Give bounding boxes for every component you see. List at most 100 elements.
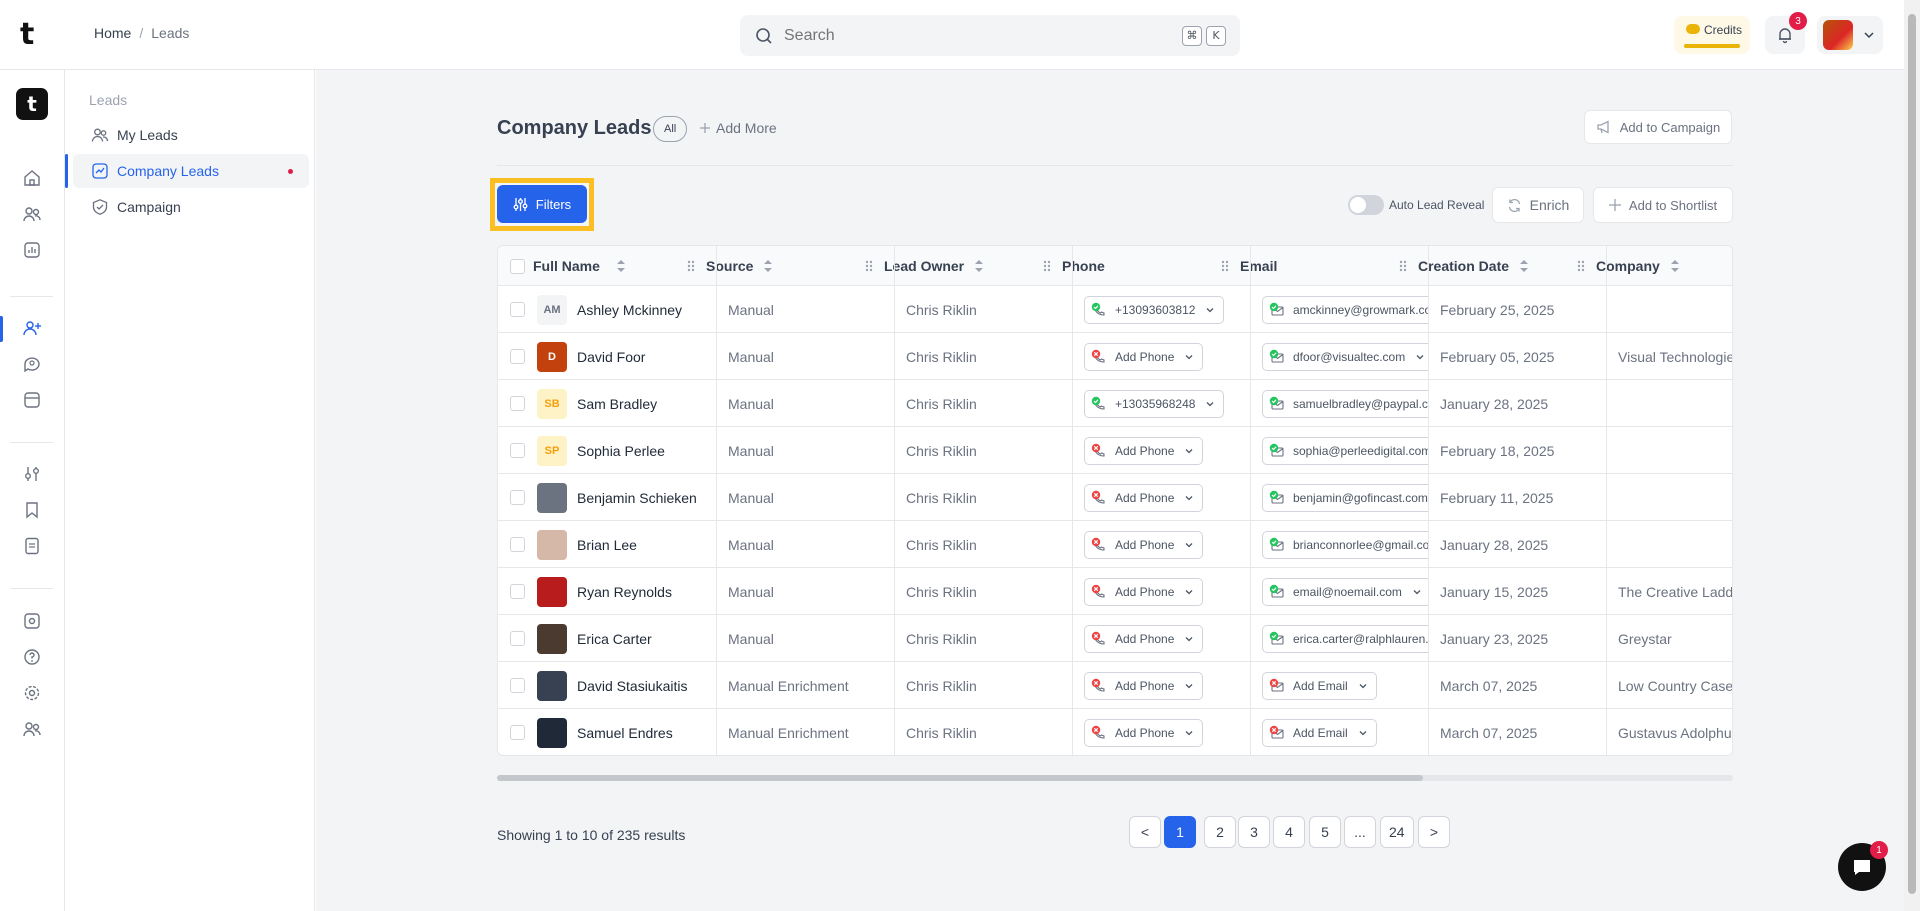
chevron-down-icon[interactable] bbox=[1184, 493, 1194, 503]
email-chip[interactable]: Add Email bbox=[1262, 718, 1377, 747]
email-chip[interactable]: sophia@perleedigital.com bbox=[1262, 436, 1428, 465]
sort-icon[interactable] bbox=[1670, 259, 1680, 273]
search-bar[interactable]: ⌘ K bbox=[740, 15, 1240, 56]
chevron-down-icon[interactable] bbox=[1184, 634, 1194, 644]
table-row[interactable]: AM Ashley Mckinney Manual Chris Riklin Febru… bbox=[498, 286, 1732, 333]
lead-name[interactable]: Samuel Endres bbox=[577, 725, 673, 741]
chevron-down-icon[interactable] bbox=[1205, 399, 1215, 409]
inbox-icon[interactable] bbox=[22, 390, 42, 410]
email-chip[interactable]: Add Email bbox=[1262, 671, 1377, 700]
chevron-down-icon[interactable] bbox=[1358, 728, 1368, 738]
phone-chip[interactable]: Add Phone bbox=[1084, 436, 1204, 465]
chat-search-icon[interactable] bbox=[22, 354, 42, 374]
chevron-down-icon[interactable] bbox=[1415, 352, 1425, 362]
document-icon[interactable] bbox=[22, 536, 42, 556]
lead-name[interactable]: David Foor bbox=[577, 349, 645, 365]
chevron-down-icon[interactable] bbox=[1184, 540, 1194, 550]
select-all-checkbox[interactable] bbox=[510, 258, 525, 274]
sliders-icon[interactable] bbox=[22, 464, 42, 484]
row-checkbox[interactable] bbox=[510, 349, 525, 364]
scrollbar-thumb[interactable] bbox=[497, 775, 1423, 781]
phone-chip[interactable]: +13035968248 bbox=[1084, 389, 1225, 418]
sort-icon[interactable] bbox=[974, 259, 984, 273]
analytics-icon[interactable] bbox=[22, 240, 42, 260]
phone-chip[interactable]: +13093603812 bbox=[1084, 295, 1225, 324]
table-row[interactable]: Erica Carter Manual Chris Riklin January 23… bbox=[498, 615, 1732, 662]
email-chip[interactable]: samuelbradley@paypal.com bbox=[1262, 389, 1428, 418]
vertical-scrollbar[interactable] bbox=[1904, 0, 1920, 911]
email-chip[interactable]: benjamin@gofincast.com bbox=[1262, 483, 1428, 512]
scrollbar-thumb[interactable] bbox=[1908, 14, 1916, 894]
lead-name[interactable]: Erica Carter bbox=[577, 631, 652, 647]
lead-name[interactable]: Ashley Mckinney bbox=[577, 302, 682, 318]
brand-logo[interactable]: t bbox=[20, 20, 44, 50]
sidebar-item-company-leads[interactable]: Company Leads bbox=[65, 154, 309, 188]
column-full-name[interactable]: Full Name bbox=[510, 246, 626, 286]
email-chip[interactable]: erica.carter@ralphlauren.com bbox=[1262, 624, 1428, 653]
table-row[interactable]: Ryan Reynolds Manual Chris Riklin January 1… bbox=[498, 568, 1732, 615]
column-source[interactable]: Source bbox=[686, 246, 773, 286]
phone-chip[interactable]: Add Phone bbox=[1084, 342, 1204, 371]
lead-name[interactable]: David Stasiukaitis bbox=[577, 678, 688, 694]
credits-button[interactable]: Credits bbox=[1674, 16, 1750, 54]
page-button[interactable]: 3 bbox=[1238, 816, 1270, 848]
sidebar-item-my-leads[interactable]: My Leads bbox=[73, 118, 309, 152]
chevron-down-icon[interactable] bbox=[1412, 587, 1422, 597]
sort-icon[interactable] bbox=[763, 259, 773, 273]
phone-chip[interactable]: Add Phone bbox=[1084, 530, 1204, 559]
row-checkbox[interactable] bbox=[510, 584, 525, 599]
drag-handle-icon[interactable] bbox=[1042, 259, 1052, 273]
row-checkbox[interactable] bbox=[510, 537, 525, 552]
add-to-campaign-button[interactable]: Add to Campaign bbox=[1584, 110, 1732, 144]
lead-name[interactable]: Sam Bradley bbox=[577, 396, 657, 412]
table-row[interactable]: D David Foor Manual Chris Riklin February 05… bbox=[498, 333, 1732, 380]
filter-all-pill[interactable]: All bbox=[653, 116, 688, 142]
horizontal-scrollbar[interactable] bbox=[497, 775, 1733, 781]
phone-chip[interactable]: Add Phone bbox=[1084, 624, 1204, 653]
auto-lead-reveal-toggle[interactable] bbox=[1348, 195, 1384, 215]
workspace-logo[interactable]: t bbox=[16, 88, 48, 120]
add-user-icon[interactable] bbox=[22, 318, 42, 338]
drag-handle-icon[interactable] bbox=[1576, 259, 1586, 273]
email-chip[interactable]: email@noemail.com bbox=[1262, 577, 1428, 606]
team-icon[interactable] bbox=[22, 719, 42, 739]
chevron-down-icon[interactable] bbox=[1205, 305, 1215, 315]
page-button[interactable]: ... bbox=[1344, 816, 1376, 848]
table-row[interactable]: Brian Lee Manual Chris Riklin January 28, 2… bbox=[498, 521, 1732, 568]
help-icon[interactable] bbox=[22, 647, 42, 667]
notifications-button[interactable]: 3 bbox=[1765, 12, 1807, 54]
table-row[interactable]: SB Sam Bradley Manual Chris Riklin January 2… bbox=[498, 380, 1732, 427]
lead-name[interactable]: Benjamin Schieken bbox=[577, 490, 697, 506]
phone-chip[interactable]: Add Phone bbox=[1084, 483, 1204, 512]
filters-button[interactable]: Filters bbox=[497, 185, 587, 223]
integrations-icon[interactable] bbox=[22, 611, 42, 631]
chevron-down-icon[interactable] bbox=[1184, 728, 1194, 738]
drag-handle-icon[interactable] bbox=[864, 259, 874, 273]
column-creation-date[interactable]: Creation Date bbox=[1398, 246, 1529, 286]
table-row[interactable]: Benjamin Schieken Manual Chris Riklin Febru… bbox=[498, 474, 1732, 521]
phone-chip[interactable]: Add Phone bbox=[1084, 577, 1204, 606]
chevron-down-icon[interactable] bbox=[1184, 681, 1194, 691]
phone-chip[interactable]: Add Phone bbox=[1084, 671, 1204, 700]
email-chip[interactable]: amckinney@growmark.com bbox=[1262, 295, 1428, 324]
add-to-shortlist-button[interactable]: Add to Shortlist bbox=[1593, 187, 1733, 223]
phone-chip[interactable]: Add Phone bbox=[1084, 718, 1204, 747]
row-checkbox[interactable] bbox=[510, 631, 525, 646]
email-chip[interactable]: dfoor@visualtec.com bbox=[1262, 342, 1428, 371]
page-button[interactable]: 4 bbox=[1273, 816, 1305, 848]
prev-page-button[interactable]: < bbox=[1129, 816, 1161, 848]
breadcrumb-home[interactable]: Home bbox=[94, 25, 131, 41]
page-button[interactable]: 1 bbox=[1164, 816, 1196, 848]
chevron-down-icon[interactable] bbox=[1184, 352, 1194, 362]
chevron-down-icon[interactable] bbox=[1358, 681, 1368, 691]
table-row[interactable]: David Stasiukaitis Manual Enrichment Chris… bbox=[498, 662, 1732, 709]
lead-name[interactable]: Brian Lee bbox=[577, 537, 637, 553]
email-chip[interactable]: brianconnorlee@gmail.com bbox=[1262, 530, 1428, 559]
row-checkbox[interactable] bbox=[510, 725, 525, 740]
lead-name[interactable]: Ryan Reynolds bbox=[577, 584, 672, 600]
chevron-down-icon[interactable] bbox=[1184, 587, 1194, 597]
column-phone[interactable]: Phone bbox=[1042, 246, 1105, 286]
row-checkbox[interactable] bbox=[510, 302, 525, 317]
column-email[interactable]: Email bbox=[1220, 246, 1277, 286]
contacts-icon[interactable] bbox=[22, 204, 42, 224]
